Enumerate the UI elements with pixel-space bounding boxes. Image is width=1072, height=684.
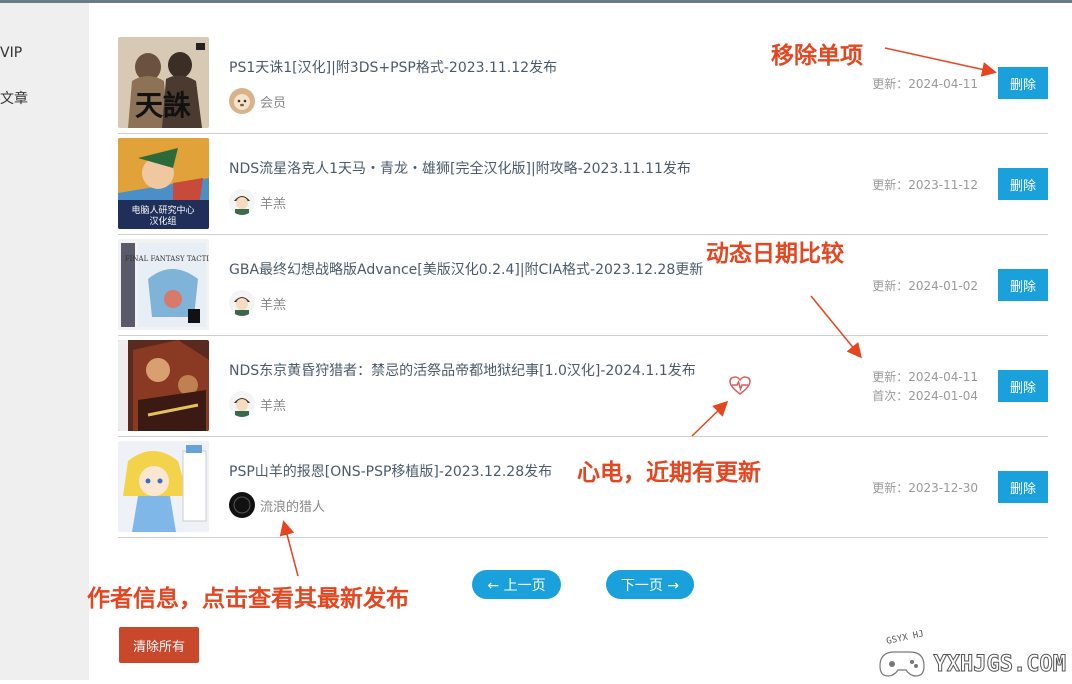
- author-name: 羊羔: [260, 196, 287, 212]
- list-item: NDS东京黄昏狩猎者：禁忌的活祭品帝都地狱纪事[1.0汉化]-2024.1.1发…: [118, 340, 1048, 440]
- update-date: 更新：2024-04-11: [872, 370, 978, 384]
- update-dates: 更新：2024-04-11 首次：2024-01-04: [872, 368, 978, 406]
- list-item: 天誅 PS1天诛1[汉化]|附3DS+PSP格式-2023.11.12发布 会员…: [118, 37, 1048, 137]
- next-page-button[interactable]: 下一页 →: [606, 570, 694, 599]
- clear-all-button[interactable]: 清除所有: [119, 627, 199, 663]
- item-title[interactable]: PS1天诛1[汉化]|附3DS+PSP格式-2023.11.12发布: [229, 57, 557, 77]
- author-info[interactable]: 羊羔: [229, 290, 286, 316]
- sidebar: VIP 文章: [0, 3, 89, 680]
- delete-button[interactable]: 删除: [998, 370, 1048, 402]
- author-name: 会员: [260, 95, 287, 111]
- avatar: [229, 492, 255, 518]
- item-title[interactable]: PSP山羊的报恩[ONS-PSP移植版]-2023.12.28发布: [229, 461, 552, 481]
- cover-text: 电脑人研究中心: [131, 204, 194, 216]
- site-watermark: GSYX HJ YXHJGS.COM: [876, 622, 1072, 680]
- prev-page-button[interactable]: ← 上一页: [472, 570, 561, 599]
- annotation-author-info: 作者信息，点击查看其最新发布: [87, 586, 409, 612]
- row-divider: [118, 234, 1048, 235]
- author-info[interactable]: 羊羔: [229, 391, 286, 417]
- author-name: 羊羔: [260, 398, 287, 414]
- delete-button[interactable]: 删除: [998, 67, 1048, 99]
- heartbeat-icon: [729, 376, 751, 396]
- author-info[interactable]: 流浪的猎人: [229, 492, 325, 518]
- item-title[interactable]: GBA最终幻想战略版Advance[美版汉化0.2.4]|附CIA格式-2023…: [229, 259, 703, 279]
- game-cover[interactable]: 天誅: [118, 37, 209, 128]
- delete-button[interactable]: 删除: [998, 168, 1048, 200]
- row-divider: [118, 133, 1048, 134]
- row-divider: [118, 335, 1048, 336]
- author-info[interactable]: 会员: [229, 88, 286, 114]
- annotation-date-compare: 动态日期比较: [706, 241, 844, 267]
- row-divider: [118, 436, 1048, 437]
- avatar: [229, 290, 255, 316]
- update-dates: 更新：2023-11-12: [872, 176, 978, 195]
- svg-text:FINAL FANTASY TACTICS: FINAL FANTASY TACTICS: [125, 255, 209, 263]
- list-item: 电脑人研究中心 汉化组 NDS流星洛克人1天马・青龙・雄狮[完全汉化版]|附攻略…: [118, 138, 1048, 238]
- author-name: 羊羔: [260, 297, 287, 313]
- game-cover[interactable]: [118, 340, 209, 431]
- update-date: 更新：2023-11-12: [872, 178, 978, 192]
- update-date: 更新：2024-04-11: [872, 77, 978, 91]
- game-cover[interactable]: FINAL FANTASY TACTICS: [118, 239, 209, 330]
- avatar: [229, 189, 255, 215]
- sidebar-item-articles[interactable]: 文章: [0, 88, 28, 108]
- annotation-heartbeat: 心电，近期有更新: [577, 460, 761, 486]
- annotation-remove-single: 移除单项: [771, 43, 863, 69]
- top-bar: [0, 0, 1072, 3]
- list-item: FINAL FANTASY TACTICS GBA最终幻想战略版Advance[…: [118, 239, 1048, 339]
- delete-button[interactable]: 删除: [998, 269, 1048, 301]
- avatar: [229, 391, 255, 417]
- update-dates: 更新：2024-04-11: [872, 75, 978, 94]
- update-date: 更新：2023-12-30: [872, 481, 978, 495]
- author-info[interactable]: 羊羔: [229, 189, 286, 215]
- game-cover[interactable]: 电脑人研究中心 汉化组: [118, 138, 209, 229]
- update-date: 更新：2024-01-02: [872, 279, 978, 293]
- item-title[interactable]: NDS流星洛克人1天马・青龙・雄狮[完全汉化版]|附攻略-2023.11.11发…: [229, 158, 691, 178]
- delete-button[interactable]: 删除: [998, 471, 1048, 503]
- first-date: 首次：2024-01-04: [872, 389, 978, 403]
- svg-text:GSYX HJ: GSYX HJ: [886, 629, 925, 647]
- avatar: [229, 88, 255, 114]
- item-title[interactable]: NDS东京黄昏狩猎者：禁忌的活祭品帝都地狱纪事[1.0汉化]-2024.1.1发…: [229, 360, 696, 380]
- sidebar-item-vip[interactable]: VIP: [0, 45, 22, 61]
- svg-text:YXHJGS.COM: YXHJGS.COM: [934, 652, 1066, 677]
- update-dates: 更新：2023-12-30: [872, 479, 978, 498]
- svg-text:天誅: 天誅: [135, 89, 191, 122]
- row-divider: [118, 537, 1048, 538]
- cover-text: 汉化组: [149, 215, 176, 227]
- author-name: 流浪的猎人: [260, 499, 326, 515]
- update-dates: 更新：2024-01-02: [872, 277, 978, 296]
- game-cover[interactable]: [118, 441, 209, 532]
